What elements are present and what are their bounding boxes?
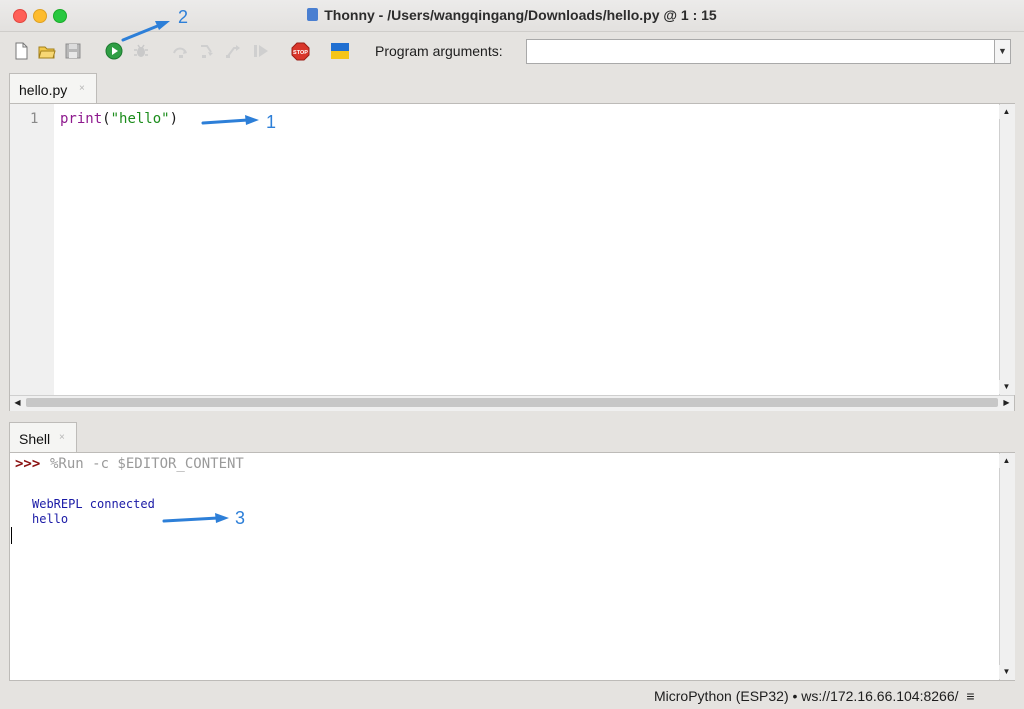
annotation-label-3: 3 xyxy=(235,508,246,528)
arrow-2 xyxy=(121,23,162,42)
arrow-1-head xyxy=(245,115,259,125)
annotation-arrows xyxy=(121,21,259,523)
arrow-3-head xyxy=(215,513,229,523)
arrow-1 xyxy=(201,118,250,125)
arrow-3 xyxy=(162,516,220,523)
annotation-label-2: 2 xyxy=(178,7,189,27)
annotation-label-1: 1 xyxy=(266,112,277,132)
arrow-2-head xyxy=(155,21,170,30)
